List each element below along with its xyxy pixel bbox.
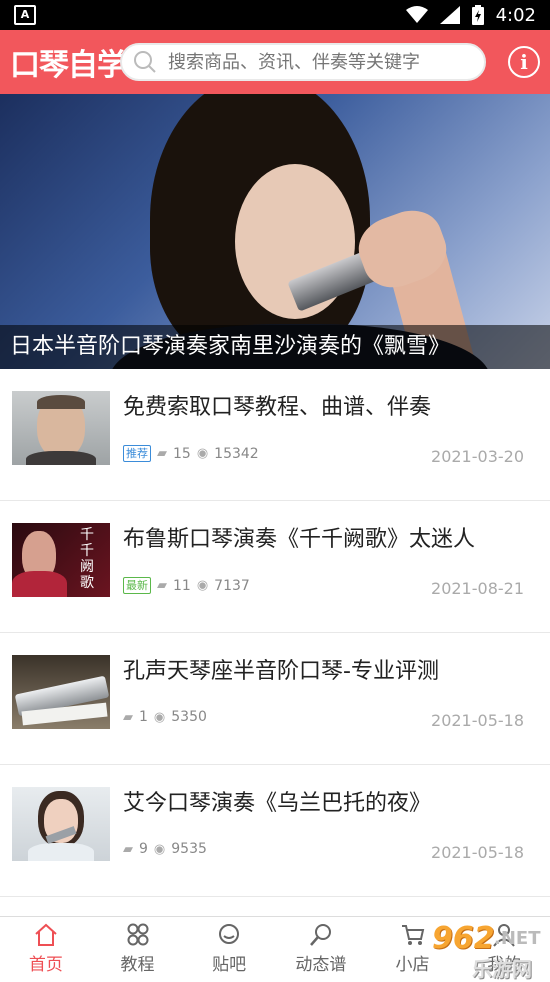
battery-icon [471,5,484,25]
home-icon [33,922,59,948]
tag-badge: 推荐 [123,445,151,462]
nav-home[interactable]: 首页 [0,917,92,980]
article-title: 布鲁斯口琴演奏《千千阙歌》太迷人 [123,527,476,552]
info-icon: i [520,50,528,74]
comment-count: 9 [139,841,148,857]
tag-badge: 最新 [123,577,151,594]
search-icon [308,922,334,948]
search-icon [134,51,156,73]
article-thumbnail: 千千阙歌 [12,523,110,597]
comment-icon: ▰ [157,446,167,461]
comment-icon: ▰ [157,578,167,593]
article-date: 2021-05-18 [431,843,524,862]
thumbnail-text: 千千阙歌 [80,527,94,591]
status-bar: A 4:02 [0,0,550,30]
article-meta: ▰ 9 ◉ 9535 [123,841,207,857]
search-input[interactable] [166,50,474,74]
app-logo: 口琴自学 [10,48,127,83]
article-item[interactable]: 艾今口琴演奏《乌兰巴托的夜》 ▰ 9 ◉ 9535 2021-05-18 [0,765,550,897]
article-thumbnail [12,787,110,861]
article-thumbnail [12,655,110,729]
comment-icon: ▰ [123,841,133,857]
eye-icon: ◉ [196,578,209,593]
article-date: 2021-08-21 [431,579,524,598]
article-title: 免费索取口琴教程、曲谱、伴奏 [123,395,432,420]
comment-count: 11 [173,577,191,594]
article-item[interactable]: 免费索取口琴教程、曲谱、伴奏 推荐 ▰ 15 ◉ 15342 2021-03-2… [0,369,550,501]
view-count: 15342 [214,445,259,462]
nav-dynamic-score[interactable]: 动态谱 [275,917,367,980]
nav-label: 贴吧 [212,955,247,975]
article-item[interactable]: 千千阙歌 布鲁斯口琴演奏《千千阙歌》太迷人 最新 ▰ 11 ◉ 7137 202… [0,501,550,633]
article-meta: 最新 ▰ 11 ◉ 7137 [123,577,250,594]
app-header: 口琴自学 i [0,30,550,94]
view-count: 9535 [171,841,207,857]
view-count: 5350 [171,709,207,725]
comment-count: 15 [173,445,191,462]
article-item[interactable]: 孔声天琴座半音阶口琴-专业评测 ▰ 1 ◉ 5350 2021-05-18 [0,633,550,765]
eye-icon: ◉ [196,446,209,461]
site-watermark: 962 .NET 乐游网 [404,919,544,981]
watermark-text: 乐游网 [472,957,532,981]
banner-carousel[interactable]: 日本半音阶口琴演奏家南里沙演奏的《飘雪》 [0,94,550,369]
nav-tutorial[interactable]: 教程 [92,917,184,980]
status-time: 4:02 [495,4,536,26]
banner-caption: 日本半音阶口琴演奏家南里沙演奏的《飘雪》 [0,325,550,369]
nav-label: 动态谱 [295,955,347,975]
search-box[interactable] [120,43,486,81]
signal-icon [439,6,460,24]
article-title: 艾今口琴演奏《乌兰巴托的夜》 [123,791,432,816]
article-date: 2021-05-18 [431,711,524,730]
comment-icon: ▰ [123,709,133,725]
view-count: 7137 [214,577,250,594]
comment-count: 1 [139,709,148,725]
watermark-suffix: .NET [494,928,541,949]
watermark-number: 962 [432,921,495,956]
grid-icon [125,922,151,948]
article-title: 孔声天琴座半音阶口琴-专业评测 [123,659,439,684]
nav-label: 教程 [120,955,155,975]
eye-icon: ◉ [153,709,166,725]
article-date: 2021-03-20 [431,447,524,466]
info-button[interactable]: i [508,46,540,78]
notification-app-icon: A [14,5,36,25]
wifi-icon [405,6,428,23]
article-list: 免费索取口琴教程、曲谱、伴奏 推荐 ▰ 15 ◉ 15342 2021-03-2… [0,369,550,897]
eye-icon: ◉ [153,841,166,857]
nav-forum[interactable]: 贴吧 [183,917,275,980]
nav-label: 首页 [28,955,63,975]
chat-icon [216,922,242,948]
article-meta: ▰ 1 ◉ 5350 [123,709,207,725]
article-meta: 推荐 ▰ 15 ◉ 15342 [123,445,259,462]
article-thumbnail [12,391,110,465]
